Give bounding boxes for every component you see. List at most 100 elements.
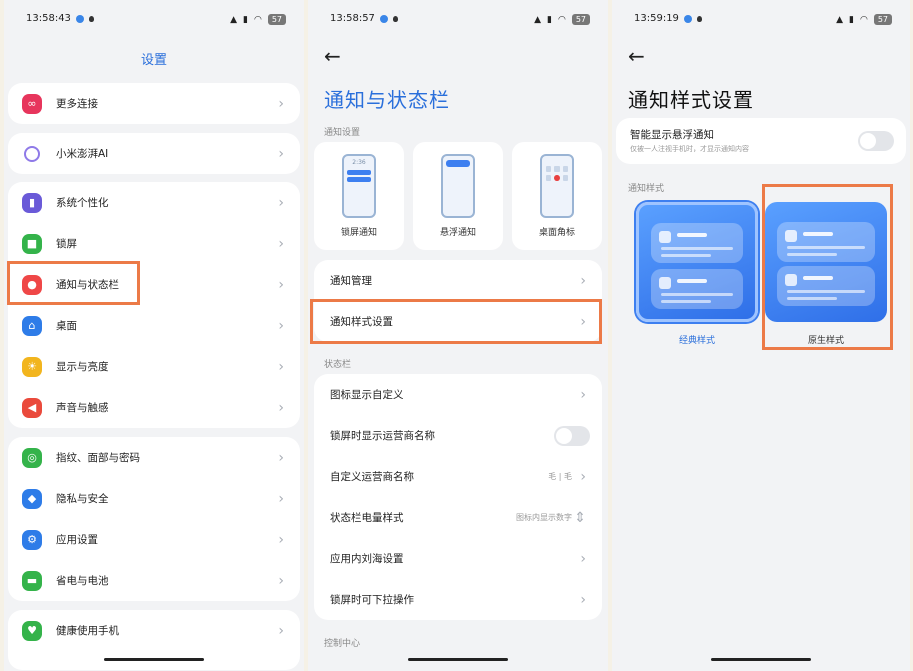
row-label: 通知管理 [330,275,372,287]
phone-illustration [540,154,574,218]
chevron-right-icon: › [580,386,586,403]
settings-item-label: 应用设置 [56,534,98,546]
settings-item-label: 小米澎湃AI [56,148,109,160]
settings-item-more-connections[interactable]: ∞ 更多连接 › [8,83,300,124]
signal-icon: ▮ [243,14,248,25]
tile-label: 锁屏通知 [340,228,377,238]
section-label-notify: 通知设置 [324,128,361,138]
status-time: 13:58:57 [330,13,375,24]
smart-float-card: 智能显示悬浮通知 仅被一人注视手机时，才显示通知内容 [616,118,906,164]
settings-item-label: 健康使用手机 [56,625,119,637]
settings-item-personalization[interactable]: ▮ 系统个性化 › [8,182,300,223]
settings-item-battery[interactable]: ▬ 省电与电池 › [8,560,300,601]
notification-statusbar-screen: 13:58:57 ▲ ▮ ◠ 57 ← 通知与状态栏 通知设置 2:36 锁屏通… [308,0,608,671]
battery-indicator: 57 [571,14,590,25]
mute-icon: ▲ [534,14,541,25]
settings-item-sound[interactable]: ◀ 声音与触感 › [8,387,300,428]
row-notch-settings[interactable]: 应用内刘海设置 › [314,538,602,579]
lock-icon: ■ [22,233,42,254]
chevron-right-icon: › [278,399,284,416]
status-bar: 13:58:43 ▲ ▮ ◠ 57 [4,12,304,28]
status-notification-icon [393,16,398,22]
row-battery-style[interactable]: 状态栏电量样式 图标内显示数字 ⇕ [314,497,602,538]
settings-item-hyper-ai[interactable]: 小米澎湃AI › [8,133,300,174]
tile-lockscreen-notify[interactable]: 2:36 锁屏通知 [314,142,404,250]
tile-label: 桌面角标 [538,228,575,238]
row-icon-customize[interactable]: 图标显示自定义 › [314,374,602,415]
row-custom-carrier[interactable]: 自定义运营商名称 毛 | 毛 › [314,456,602,497]
settings-item-health[interactable]: ♥ 健康使用手机 › [8,610,300,651]
settings-group-security: ◎ 指纹、面部与密码 › ◆ 隐私与安全 › ⚙ 应用设置 › ▬ 省电与电池 … [8,437,300,601]
back-arrow-icon[interactable]: ← [628,44,645,68]
tile-badge[interactable]: 桌面角标 [512,142,602,250]
wifi-icon: ◠ [557,14,566,25]
status-icons: ▲ ▮ ◠ 57 [534,14,590,25]
wifi-icon: ◠ [859,14,868,25]
signal-icon: ▮ [849,14,854,25]
settings-group-connect: ∞ 更多连接 › [8,83,300,124]
chevron-right-icon: › [278,317,284,334]
section-label-style: 通知样式 [628,184,665,194]
settings-item-lockscreen[interactable]: ■ 锁屏 › [8,223,300,264]
settings-group-ai: 小米澎湃AI › [8,133,300,174]
settings-item-label: 显示与亮度 [56,361,109,373]
settings-item-privacy[interactable]: ◆ 隐私与安全 › [8,478,300,519]
tile-label: 悬浮通知 [439,228,476,238]
back-arrow-icon[interactable]: ← [324,44,341,68]
gear-icon: ⚙ [22,529,42,550]
tile-clock: 2:36 [352,159,366,166]
home-indicator [104,658,204,661]
chevron-right-icon: › [278,572,284,589]
chevron-right-icon: › [580,550,586,567]
settings-item-label: 系统个性化 [56,197,109,209]
style-option-classic[interactable] [636,202,758,322]
chevron-right-icon: › [278,449,284,466]
row-value: 图标内显示数字 [516,513,572,522]
ai-icon [24,145,40,162]
chevron-right-icon: › [278,145,284,162]
highlight-box [762,184,893,350]
highlight-box [310,299,602,344]
row-lockscreen-pulldown[interactable]: 锁屏时可下拉操作 › [314,579,602,620]
smart-float-toggle[interactable] [858,131,894,151]
settings-item-label: 指纹、面部与密码 [56,452,140,464]
status-notification-icon [89,16,94,22]
chevron-updown-icon: ⇕ [574,509,586,526]
row-value: 毛 | 毛 [548,472,572,481]
chevron-right-icon: › [580,468,586,485]
settings-item-desktop[interactable]: ⌂ 桌面 › [8,305,300,346]
health-icon: ♥ [22,620,42,641]
settings-item-apps[interactable]: ⚙ 应用设置 › [8,519,300,560]
fingerprint-icon: ◎ [22,447,42,468]
sun-icon: ☀ [22,356,42,377]
settings-item-display[interactable]: ☀ 显示与亮度 › [8,346,300,387]
home-icon: ⌂ [22,315,42,336]
notification-style-screen: 13:59:19 ▲ ▮ ◠ 57 ← 通知样式设置 智能显示悬浮通知 仅被一人… [612,0,910,671]
status-icons: ▲ ▮ ◠ 57 [230,14,286,25]
chevron-right-icon: › [278,531,284,548]
chevron-right-icon: › [278,95,284,112]
privacy-icon: ◆ [22,488,42,509]
settings-item-label: 锁屏 [56,238,77,250]
carrier-toggle[interactable] [554,425,590,446]
chevron-right-icon: › [278,490,284,507]
battery-indicator: 57 [267,14,286,25]
row-label: 应用内刘海设置 [330,553,404,565]
settings-group-personal: ▮ 系统个性化 › ■ 锁屏 › ● 通知与状态栏 › ⌂ 桌面 › ☀ 显示与… [8,182,300,428]
settings-screen: 13:58:43 ▲ ▮ ◠ 57 设置 ∞ 更多连接 › 小米澎湃AI › ▮… [4,0,304,671]
chevron-right-icon: › [278,276,284,293]
status-icons: ▲ ▮ ◠ 57 [836,14,892,25]
chevron-right-icon: › [278,358,284,375]
settings-item-fingerprint[interactable]: ◎ 指纹、面部与密码 › [8,437,300,478]
phone-illustration: 2:36 [342,154,376,218]
wifi-icon: ◠ [253,14,262,25]
row-notification-management[interactable]: 通知管理 › [314,260,602,301]
settings-group-health: ♥ 健康使用手机 › [8,610,300,670]
row-label: 锁屏时显示运营商名称 [330,430,435,442]
battery-icon: ▬ [22,570,42,591]
row-lockscreen-carrier: 锁屏时显示运营商名称 [314,415,602,456]
settings-item-label: 省电与电池 [56,575,109,587]
page-title: 通知与状态栏 [324,88,450,112]
status-app-icon [684,15,692,23]
tile-floating-notify[interactable]: 悬浮通知 [413,142,503,250]
